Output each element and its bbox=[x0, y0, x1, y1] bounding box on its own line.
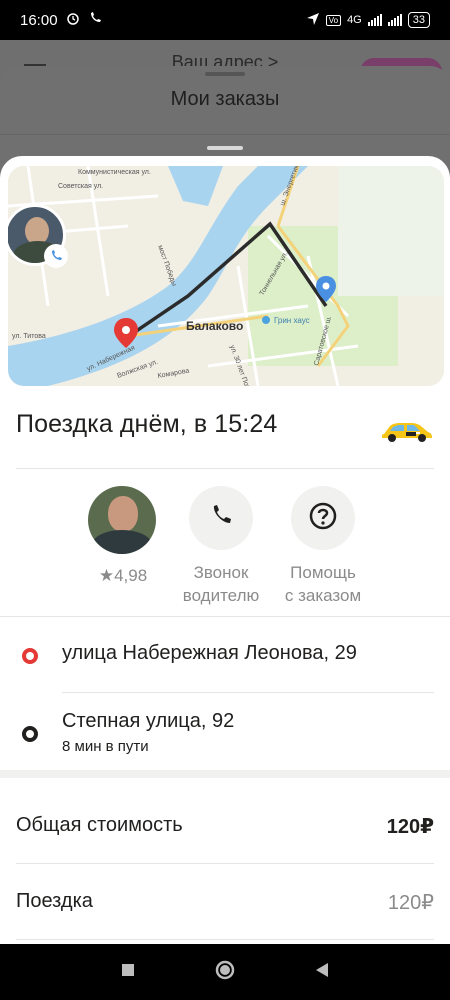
ride-cost-value: 120₽ bbox=[387, 892, 434, 914]
call-driver-label-line2: водителю bbox=[182, 586, 260, 605]
map-label-grin: Грин хаус bbox=[274, 316, 310, 325]
phone-icon bbox=[208, 503, 234, 534]
signal-icon-2 bbox=[387, 14, 402, 26]
order-help-label-line2: с заказом bbox=[284, 586, 362, 605]
network-type: 4G bbox=[347, 14, 362, 26]
section-divider bbox=[0, 770, 450, 778]
orders-title: Мои заказы bbox=[170, 88, 280, 110]
to-address: Степная улица, 92 bbox=[62, 710, 235, 732]
end-point-icon bbox=[22, 726, 38, 742]
separator bbox=[16, 468, 434, 469]
order-help-label[interactable]: Помощь с заказом bbox=[268, 561, 378, 607]
route-map[interactable]: Грин хаус Балаково Коммунистическая ул. … bbox=[8, 166, 444, 386]
home-icon[interactable] bbox=[215, 960, 235, 985]
divider bbox=[0, 134, 450, 135]
recents-icon[interactable] bbox=[121, 963, 135, 982]
card-grab-handle[interactable] bbox=[207, 146, 243, 150]
phone-icon[interactable] bbox=[44, 244, 68, 268]
system-nav-bar bbox=[0, 944, 450, 1000]
map-label-balakovo: Балаково bbox=[186, 319, 243, 333]
ride-cost-row: Поездка 120₽ bbox=[16, 890, 434, 915]
call-driver-label[interactable]: Звонок водителю bbox=[166, 561, 276, 607]
trip-duration: 8 мин в пути bbox=[62, 738, 149, 755]
order-help-label-line1: Помощь bbox=[290, 563, 356, 582]
separator bbox=[62, 692, 434, 693]
map-label-titova: ул. Титова bbox=[12, 333, 46, 340]
total-cost-row: Общая стоимость 120₽ bbox=[16, 814, 434, 839]
total-cost-value: 120₽ bbox=[386, 816, 434, 838]
map-label-sovetskaya: Советская ул. bbox=[58, 183, 103, 190]
driver-avatar[interactable] bbox=[88, 486, 156, 554]
status-bar: 16:00 Vo 4G 33 bbox=[0, 0, 450, 40]
total-cost-label: Общая стоимость bbox=[16, 814, 183, 836]
separator bbox=[16, 863, 434, 864]
back-icon[interactable] bbox=[315, 962, 329, 983]
volte-icon: Vo bbox=[325, 14, 342, 26]
start-point-icon bbox=[22, 648, 38, 664]
battery-indicator: 33 bbox=[407, 12, 430, 28]
separator bbox=[16, 939, 434, 940]
trip-title: Поездка днём, в 15:24 bbox=[16, 410, 278, 438]
from-address: улица Набережная Леонова, 29 bbox=[62, 642, 357, 664]
driver-rating: ★4,98 bbox=[98, 566, 148, 585]
taxi-car-icon bbox=[378, 418, 434, 449]
call-driver-label-line1: Звонок bbox=[193, 563, 249, 582]
ride-cost-label: Поездка bbox=[16, 890, 93, 912]
sheet-grab-handle[interactable] bbox=[205, 72, 245, 76]
separator bbox=[0, 616, 450, 617]
signal-icon bbox=[367, 14, 382, 26]
alarm-icon bbox=[66, 11, 80, 29]
status-time: 16:00 bbox=[20, 11, 58, 29]
wifi-call-icon bbox=[88, 11, 102, 29]
order-help-button[interactable] bbox=[291, 486, 355, 550]
location-icon bbox=[306, 12, 320, 29]
order-details-card: Грин хаус Балаково Коммунистическая ул. … bbox=[0, 156, 450, 944]
help-icon bbox=[308, 501, 338, 536]
map-label-komm: Коммунистическая ул. bbox=[78, 169, 151, 176]
call-driver-button[interactable] bbox=[189, 486, 253, 550]
